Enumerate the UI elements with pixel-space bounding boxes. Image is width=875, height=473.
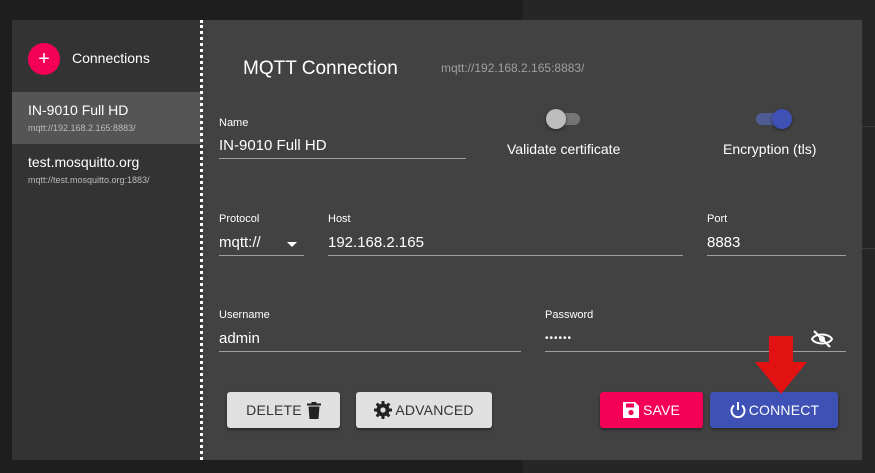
connect-label: CONNECT xyxy=(748,402,820,418)
connection-url: mqtt://test.mosquitto.org:1883/ xyxy=(28,175,150,185)
switch-thumb xyxy=(546,109,566,129)
port-input[interactable]: 8883 xyxy=(707,230,846,256)
name-label: Name xyxy=(219,117,249,129)
password-label: Password xyxy=(545,309,594,321)
protocol-value: mqtt:// xyxy=(219,234,261,251)
add-connection-button[interactable]: + xyxy=(28,43,60,75)
red-arrow-down-icon xyxy=(753,336,809,399)
encryption-tls-switch[interactable] xyxy=(756,109,792,129)
username-input[interactable]: admin xyxy=(219,326,521,352)
trash-icon xyxy=(306,401,321,419)
background-divider xyxy=(860,248,875,249)
username-label: Username xyxy=(219,309,270,321)
delete-label: DELETE xyxy=(246,402,302,418)
validate-certificate-switch[interactable] xyxy=(546,109,582,129)
host-label: Host xyxy=(328,213,351,225)
connection-url: mqtt://192.168.2.165:8883/ xyxy=(28,123,136,133)
delete-button[interactable]: DELETE xyxy=(227,392,340,428)
encryption-tls-label: Encryption (tls) xyxy=(723,141,817,157)
floppy-disk-icon xyxy=(622,402,639,418)
switch-thumb xyxy=(772,109,792,129)
name-input[interactable]: IN-9010 Full HD xyxy=(219,133,466,159)
connection-url-subtitle: mqtt://192.168.2.165:8883/ xyxy=(441,61,585,75)
background-divider xyxy=(860,126,875,127)
eye-off-icon[interactable] xyxy=(810,330,834,348)
protocol-label: Protocol xyxy=(219,213,260,225)
save-label: SAVE xyxy=(642,402,681,418)
gear-icon xyxy=(374,401,393,419)
caret-down-icon[interactable] xyxy=(287,242,297,247)
connection-name: test.mosquitto.org xyxy=(28,154,140,170)
connections-sidebar: + Connections IN-9010 Full HD mqtt://192… xyxy=(12,20,201,460)
validate-certificate-label: Validate certificate xyxy=(507,141,621,157)
connection-dialog: + Connections IN-9010 Full HD mqtt://192… xyxy=(12,20,862,460)
advanced-button[interactable]: ADVANCED xyxy=(356,392,492,428)
connections-title: Connections xyxy=(72,50,150,66)
connection-item-mosquitto[interactable]: test.mosquitto.org mqtt://test.mosquitto… xyxy=(12,144,201,196)
host-input[interactable]: 192.168.2.165 xyxy=(328,230,683,256)
power-icon xyxy=(729,401,747,419)
connection-item-in9010[interactable]: IN-9010 Full HD mqtt://192.168.2.165:888… xyxy=(12,92,201,144)
plus-icon: + xyxy=(38,48,50,70)
advanced-label: ADVANCED xyxy=(395,402,474,418)
port-label: Port xyxy=(707,213,728,225)
connection-name: IN-9010 Full HD xyxy=(28,102,129,118)
page-title: MQTT Connection xyxy=(243,58,398,79)
save-button[interactable]: SAVE xyxy=(600,392,703,428)
